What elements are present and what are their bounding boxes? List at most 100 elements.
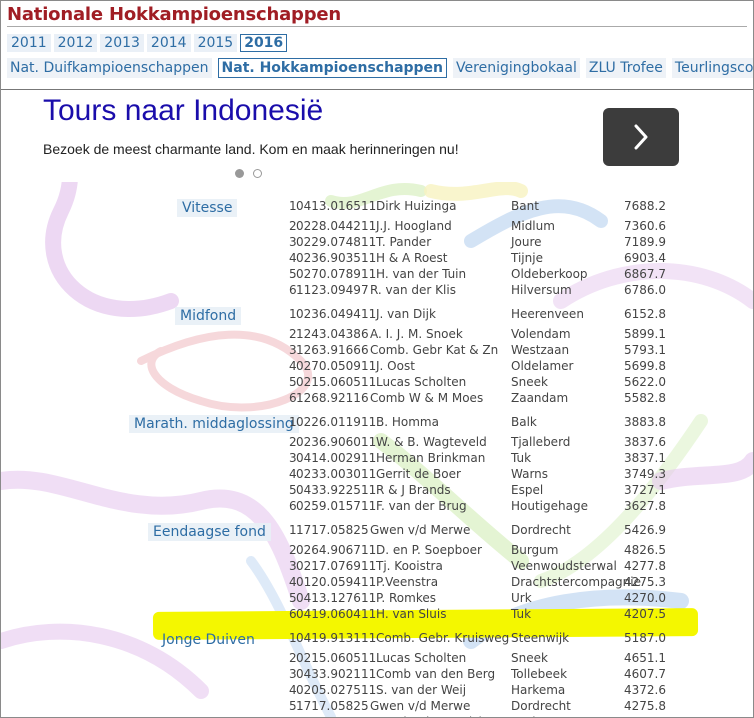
ring-cell: 0433.9021	[296, 667, 361, 681]
ring-cell: 0205.9169	[296, 714, 361, 717]
table-row: 2 0215.0605 11 Lucas Scholten Sneek 4651.1	[1, 650, 753, 666]
ring-cell: 0264.9067	[296, 543, 361, 557]
score-cell: 4372.6	[624, 683, 666, 697]
table-row: 5 0215.0605 11 Lucas Scholten Sneek 5622.0	[1, 374, 753, 390]
table-row: 4 0236.9035 11 H & A Roest Tijnje 6903.4	[1, 250, 753, 266]
place-cell: Tijnje	[511, 251, 543, 265]
name-cell: B. Homma	[376, 415, 439, 429]
name-cell: H. van Sluis	[376, 607, 447, 621]
place-cell: Hilversum	[511, 283, 572, 297]
count-cell: 11	[361, 651, 377, 665]
score-cell: 6786.0	[624, 283, 666, 297]
name-cell: Comb van den Berg	[376, 667, 496, 681]
name-cell: Comb. Tj. & J. Elzinga	[376, 714, 504, 717]
name-cell: F. van der Brug	[376, 499, 467, 513]
table-row: 6 0419.0604 11 H. van Sluis Tuk 4207.5	[1, 606, 753, 622]
count-cell: 11	[361, 375, 377, 389]
count-cell: 6	[361, 391, 369, 405]
place-cell: Harkema	[511, 683, 566, 697]
ring-cell: 0413.0165	[296, 199, 361, 213]
count-cell: 11	[361, 543, 377, 557]
count-cell: 11	[361, 219, 377, 233]
score-cell: 7189.9	[624, 235, 666, 249]
score-cell: 5582.8	[624, 391, 666, 405]
place-cell: Tollebeek	[511, 667, 568, 681]
table-row: 4 0120.0594 11 P.Veenstra Drachtstercompagni…	[1, 574, 753, 590]
name-cell: J. Oost	[376, 359, 415, 373]
table-row: 3 1263.9166 6 Comb. Gebr Kat & Zn Westzaan 57…	[1, 342, 753, 358]
ring-cell: 1123.0949	[296, 283, 361, 297]
table-row: 1 1717.0582 5 Gwen v/d Merwe Dordrecht 5426.9	[1, 522, 753, 538]
table-row: 1 0419.9131 11 Comb. Gebr. Kruisweg Steenwij…	[1, 630, 753, 646]
score-cell: 5187.0	[624, 631, 666, 645]
count-cell: 5	[361, 699, 369, 713]
name-cell: Lucas Scholten	[376, 651, 467, 665]
name-cell: R & J Brands	[376, 483, 451, 497]
place-cell: Sneek	[511, 375, 548, 389]
ring-cell: 1268.9211	[296, 391, 361, 405]
ring-cell: 0217.0769	[296, 559, 361, 573]
name-cell: Herman Brinkman	[376, 451, 486, 465]
ring-cell: 0120.0594	[296, 575, 361, 589]
count-cell: 11	[361, 267, 377, 281]
score-cell: 5899.1	[624, 327, 666, 341]
table-row: 4 0270.0509 11 J. Oost Oldelamer 5699.8	[1, 358, 753, 374]
name-cell: D. en P. Soepboer	[376, 543, 482, 557]
table-row: 2 0264.9067 11 D. en P. Soepboer Burgum 4826.…	[1, 542, 753, 558]
place-cell: Oldeberkoop	[511, 267, 588, 281]
score-cell: 5426.9	[624, 523, 666, 537]
ring-cell: 1243.0438	[296, 327, 361, 341]
table-row: 1 0236.0494 11 J. van Dijk Heerenveen 6152.8	[1, 306, 753, 322]
name-cell: Gwen v/d Merwe	[370, 699, 471, 713]
name-cell: Dirk Huizinga	[376, 199, 457, 213]
table-row: 3 0433.9021 11 Comb van den Berg Tollebeek 46…	[1, 666, 753, 682]
name-cell: Tj. Kooistra	[376, 559, 443, 573]
table-row: 3 0217.0769 11 Tj. Kooistra Veenwoudsterwal 4…	[1, 558, 753, 574]
count-cell: 5	[361, 523, 369, 537]
ring-cell: 0236.9035	[296, 251, 361, 265]
ring-cell: 1263.9166	[296, 343, 361, 357]
place-cell: Heerenveen	[511, 307, 584, 321]
count-cell: 11	[361, 235, 377, 249]
score-cell: 4826.5	[624, 543, 666, 557]
place-cell: Bant	[511, 199, 539, 213]
name-cell: Comb. Gebr. Kruisweg	[376, 631, 510, 645]
score-cell: 6867.7	[624, 267, 666, 281]
place-cell: Midlum	[511, 219, 555, 233]
ring-cell: 0229.0748	[296, 235, 361, 249]
place-cell: Tjalleberd	[511, 435, 571, 449]
score-cell: 3727.1	[624, 483, 666, 497]
count-cell: 11	[361, 415, 377, 429]
ring-cell: 0414.0029	[296, 451, 361, 465]
name-cell: Gerrit de Boer	[376, 467, 461, 481]
score-cell: 4275.8	[624, 699, 666, 713]
table-row: 2 0236.9060 11 W. & B. Wagteveld Tjalleberd 3…	[1, 434, 753, 450]
count-cell: 11	[361, 307, 377, 321]
score-cell: 4270.0	[624, 591, 666, 605]
ring-cell: 0226.0119	[296, 415, 361, 429]
count-cell: 11	[361, 251, 377, 265]
score-cell: 4207.5	[624, 607, 666, 621]
place-cell: Tuk	[511, 451, 532, 465]
score-cell: 4275.3	[624, 575, 666, 589]
count-cell: 11	[361, 591, 377, 605]
ring-cell: 1717.0582	[296, 523, 361, 537]
ring-cell: 0228.0442	[296, 219, 361, 233]
table-row: 5 0270.0789 11 H. van der Tuin Oldeberkoop 68…	[1, 266, 753, 282]
name-cell: Lucas Scholten	[376, 375, 467, 389]
name-cell: Gwen v/d Merwe	[370, 523, 471, 537]
name-cell: H. van der Tuin	[376, 267, 467, 281]
name-cell: T. Pander	[376, 235, 432, 249]
place-cell: Houtigehage	[511, 499, 588, 513]
table-row: 60205.916911Comb. Tj. & J. ElzingaHarkem…	[1, 714, 753, 717]
score-cell: 6903.4	[624, 251, 666, 265]
table-row: 4 0205.0275 11 S. van der Weij Harkema 4372.6	[1, 682, 753, 698]
ring-cell: 0233.0030	[296, 467, 361, 481]
score-cell: 7688.2	[624, 199, 666, 213]
count-cell: 11	[361, 467, 377, 481]
count-cell: 11	[361, 714, 376, 717]
ring-cell: 0433.9225	[296, 483, 361, 497]
count-cell: 6	[361, 327, 369, 341]
page-frame: Nationale Hokkampioenschappen 2011 2012 20…	[0, 0, 754, 718]
table-row: 1 0226.0119 11 B. Homma Balk 3883.8	[1, 414, 753, 430]
